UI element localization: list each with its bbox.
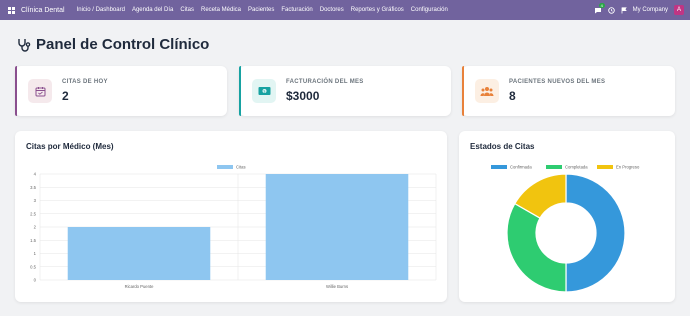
donut-chart: Confirmada Completada En Progreso bbox=[491, 165, 640, 293]
menu-item-doctores[interactable]: Doctores bbox=[320, 7, 344, 13]
y-tick-label: 1.5 bbox=[30, 238, 36, 243]
stethoscope-icon bbox=[18, 38, 31, 52]
y-tick-label: 3 bbox=[34, 198, 37, 203]
company-switcher[interactable]: My Company bbox=[633, 7, 668, 13]
chat-icon[interactable]: 4 bbox=[594, 2, 605, 14]
kpi-accent bbox=[15, 66, 17, 116]
kpi-card-citas-hoy: CITAS DE HOY 2 bbox=[15, 66, 227, 116]
kpi-accent bbox=[239, 66, 241, 116]
bar[interactable] bbox=[67, 227, 211, 280]
clock-icon[interactable] bbox=[607, 6, 615, 14]
legend-label[interactable]: Confirmada bbox=[510, 165, 532, 170]
menu-item-receta[interactable]: Receta Médica bbox=[201, 7, 241, 13]
chat-badge: 4 bbox=[598, 2, 605, 8]
users-icon bbox=[475, 79, 499, 103]
kpi-value: 2 bbox=[62, 89, 69, 103]
bar-chart-panel: Citas por Médico (Mes) Citas 4 3.5 3 2.5 2 1.5… bbox=[15, 131, 447, 302]
money-bill-icon: $ bbox=[252, 79, 276, 103]
top-navbar: Clínica Dental Inicio / Dashboard Agenda… bbox=[0, 0, 690, 20]
svg-text:$: $ bbox=[263, 89, 265, 93]
donut-slice[interactable] bbox=[506, 202, 567, 293]
legend-label[interactable]: En Progreso bbox=[616, 165, 640, 170]
apps-grid-icon[interactable] bbox=[8, 6, 15, 14]
kpi-label: CITAS DE HOY bbox=[62, 79, 108, 85]
page-title-text: Panel de Control Clínico bbox=[36, 36, 210, 53]
navbar-right: 4 My Company A bbox=[594, 0, 684, 20]
y-tick-label: 4 bbox=[34, 172, 37, 177]
menu-item-citas[interactable]: Citas bbox=[180, 7, 194, 13]
kpi-accent bbox=[462, 66, 464, 116]
legend-swatch[interactable] bbox=[597, 165, 613, 169]
kpi-label: PACIENTES NUEVOS DEL MES bbox=[509, 79, 606, 85]
bar-chart: Citas 4 3.5 3 2.5 2 1.5 1 0.5 0 Ricardo Puente Will… bbox=[30, 165, 437, 289]
menu-item-agenda[interactable]: Agenda del Día bbox=[132, 7, 173, 13]
y-tick-label: 0.5 bbox=[30, 264, 36, 269]
main-menu: Inicio / Dashboard Agenda del Día Citas … bbox=[77, 7, 448, 13]
kpi-card-pacientes-nuevos: PACIENTES NUEVOS DEL MES 8 bbox=[462, 66, 675, 116]
bar[interactable] bbox=[265, 174, 409, 280]
legend-swatch[interactable] bbox=[546, 165, 562, 169]
y-tick-label: 3.5 bbox=[30, 185, 36, 190]
legend-swatch[interactable] bbox=[217, 165, 233, 169]
y-tick-label: 2.5 bbox=[30, 211, 36, 216]
user-avatar[interactable]: A bbox=[674, 5, 684, 15]
kpi-card-facturacion: $ FACTURACIÓN DEL MES $3000 bbox=[239, 66, 451, 116]
menu-item-reportes[interactable]: Reportes y Gráficos bbox=[351, 7, 404, 13]
legend-label[interactable]: Citas bbox=[236, 165, 246, 170]
legend-label[interactable]: Completada bbox=[565, 165, 588, 170]
legend-swatch[interactable] bbox=[491, 165, 507, 169]
y-tick-label: 0 bbox=[34, 278, 37, 283]
menu-item-configuracion[interactable]: Configuración bbox=[411, 7, 448, 13]
menu-item-pacientes[interactable]: Pacientes bbox=[248, 7, 274, 13]
x-tick-label: Willie Burns bbox=[326, 284, 348, 289]
donut-chart-panel: Estados de Citas Confirmada Completada En … bbox=[459, 131, 675, 302]
kpi-label: FACTURACIÓN DEL MES bbox=[286, 79, 364, 85]
brand-name[interactable]: Clínica Dental bbox=[21, 7, 65, 14]
y-tick-label: 2 bbox=[34, 225, 37, 230]
page-title: Panel de Control Clínico bbox=[16, 36, 209, 53]
kpi-value: $3000 bbox=[286, 89, 320, 103]
flag-icon[interactable] bbox=[621, 6, 627, 14]
kpi-value: 8 bbox=[509, 89, 516, 103]
y-tick-label: 1 bbox=[34, 251, 37, 256]
menu-item-facturacion[interactable]: Facturación bbox=[281, 7, 312, 13]
calendar-check-icon bbox=[28, 79, 52, 103]
menu-item-dashboard[interactable]: Inicio / Dashboard bbox=[77, 7, 125, 13]
x-tick-label: Ricardo Puente bbox=[125, 284, 155, 289]
donut-slice[interactable] bbox=[565, 173, 626, 293]
